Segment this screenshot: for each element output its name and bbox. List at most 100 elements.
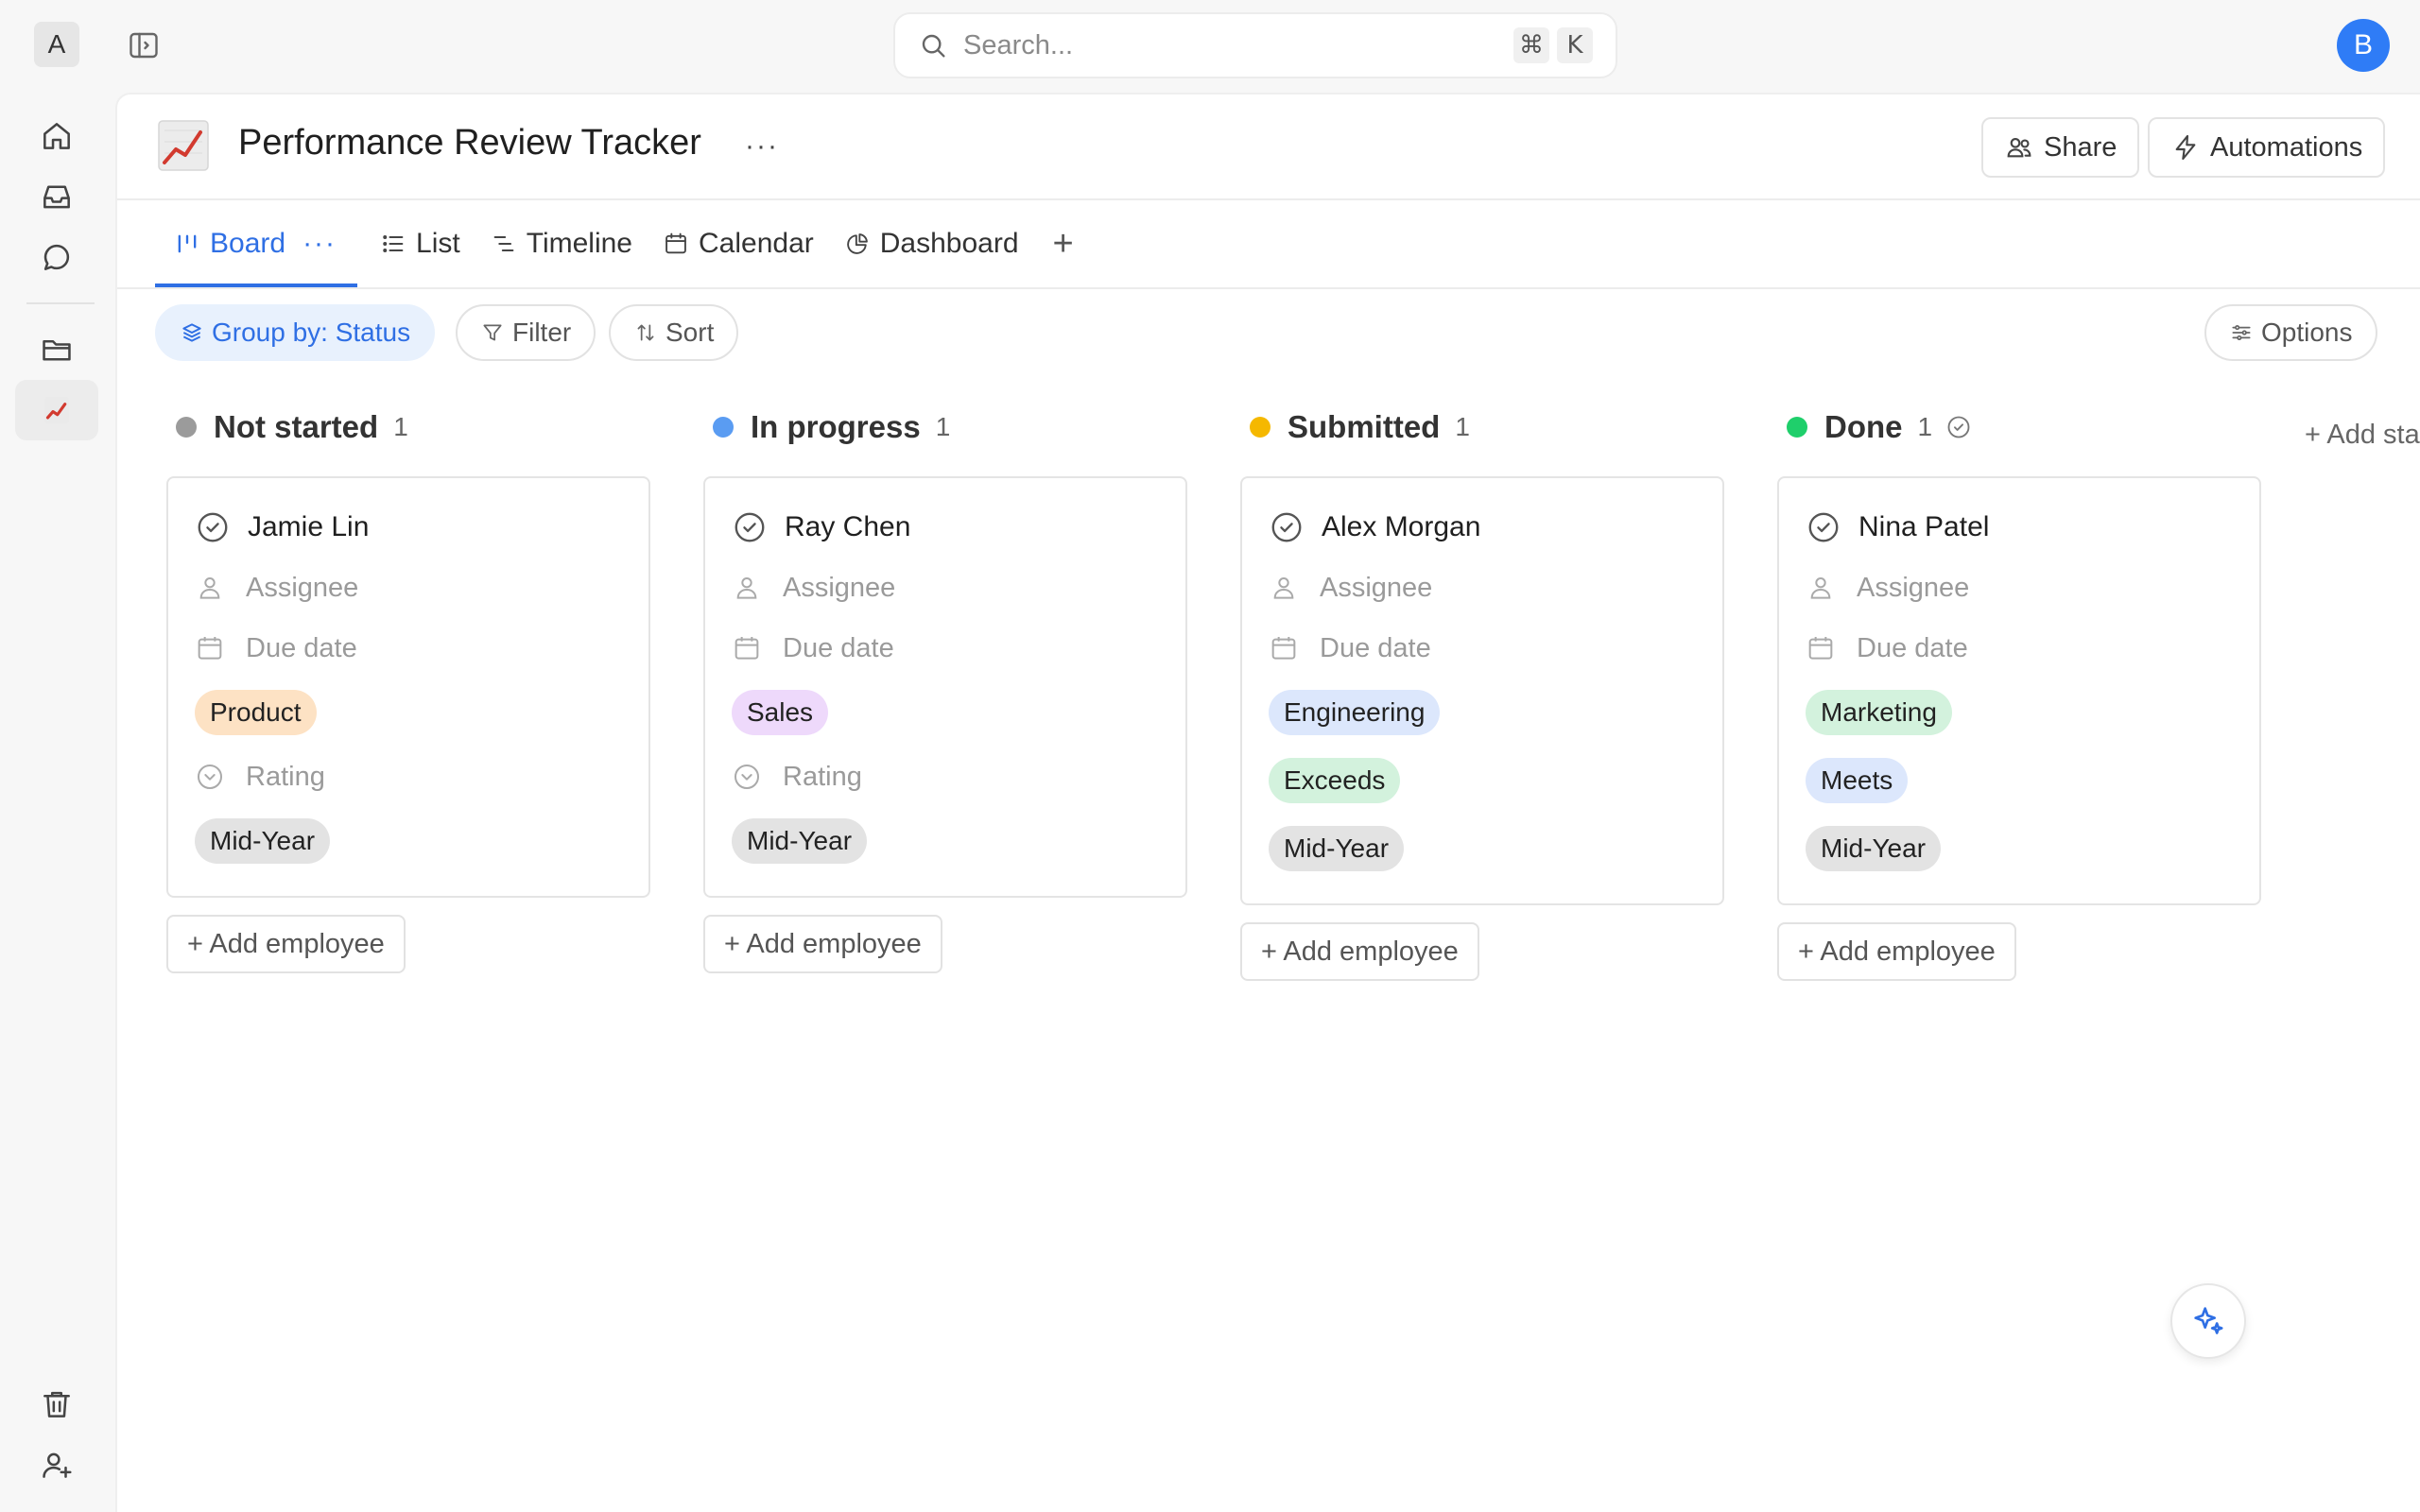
board-column-in-progress: In progress 1 Ray Chen Assignee Due date… bbox=[703, 399, 1187, 973]
page-emoji-chart-icon[interactable] bbox=[157, 117, 210, 174]
sort-button[interactable]: Sort bbox=[609, 304, 739, 361]
tab-dashboard-label: Dashboard bbox=[879, 228, 1019, 259]
inbox-icon[interactable] bbox=[15, 166, 98, 227]
options-label: Options bbox=[2261, 318, 2353, 347]
column-count: 1 bbox=[935, 412, 951, 441]
review-cycle-tag[interactable]: Mid-Year bbox=[1269, 826, 1405, 871]
column-header[interactable]: In progress 1 bbox=[703, 399, 1187, 455]
column-header[interactable]: Done 1 bbox=[1777, 399, 2261, 455]
due-date-field[interactable]: Due date bbox=[1806, 618, 2231, 679]
status-dot bbox=[1787, 417, 1807, 438]
employee-card[interactable]: Jamie Lin Assignee Due date Product Rati… bbox=[166, 476, 650, 898]
group-by-button[interactable]: Group by: Status bbox=[155, 304, 436, 361]
tab-board[interactable]: Board ··· bbox=[155, 200, 358, 287]
rating-field[interactable]: Rating bbox=[195, 747, 620, 807]
calendar-icon bbox=[666, 232, 686, 254]
search-input[interactable]: Search... bbox=[963, 30, 1506, 61]
automations-button[interactable]: Automations bbox=[2148, 117, 2386, 178]
sort-icon bbox=[637, 324, 654, 341]
tab-list[interactable]: List bbox=[365, 200, 475, 287]
add-employee-button[interactable]: + Add employee bbox=[703, 915, 942, 973]
tab-calendar[interactable]: Calendar bbox=[648, 200, 829, 287]
column-header[interactable]: Submitted 1 bbox=[1240, 399, 1724, 455]
calendar-icon bbox=[1271, 637, 1296, 660]
department-tag[interactable]: Sales bbox=[732, 690, 829, 735]
trash-icon[interactable] bbox=[15, 1374, 98, 1435]
tab-timeline[interactable]: Timeline bbox=[475, 200, 648, 287]
column-title: Done bbox=[1824, 409, 1903, 444]
check-circle-icon[interactable] bbox=[1806, 509, 1841, 545]
assignee-placeholder: Assignee bbox=[246, 572, 359, 603]
department-tag[interactable]: Product bbox=[195, 690, 317, 735]
tab-board-more-icon[interactable]: ··· bbox=[302, 228, 337, 260]
filter-icon bbox=[483, 324, 502, 341]
column-title: Submitted bbox=[1288, 409, 1441, 444]
page-more-icon[interactable]: ··· bbox=[745, 130, 779, 163]
folder-icon[interactable] bbox=[15, 319, 98, 380]
add-view-icon[interactable]: + bbox=[1034, 200, 1093, 287]
due-date-placeholder: Due date bbox=[1857, 632, 1968, 663]
chat-icon[interactable] bbox=[15, 227, 98, 287]
employee-name[interactable]: Jamie Lin bbox=[248, 511, 369, 543]
check-circle-icon[interactable] bbox=[732, 509, 768, 545]
employee-card[interactable]: Ray Chen Assignee Due date Sales Rating … bbox=[703, 476, 1187, 898]
rating-field[interactable]: Rating bbox=[732, 747, 1157, 807]
chevron-circle-icon bbox=[198, 765, 222, 789]
user-avatar[interactable]: B bbox=[2337, 19, 2390, 72]
review-cycle-tag[interactable]: Mid-Year bbox=[195, 818, 331, 864]
add-status-button[interactable]: + Add status bbox=[2305, 420, 2420, 451]
pie-chart-icon bbox=[846, 233, 868, 254]
check-circle-icon[interactable] bbox=[195, 509, 231, 545]
ai-assistant-button[interactable] bbox=[2170, 1283, 2246, 1359]
assignee-field[interactable]: Assignee bbox=[1269, 558, 1694, 618]
tab-dashboard[interactable]: Dashboard bbox=[829, 200, 1034, 287]
calendar-icon bbox=[735, 637, 759, 660]
sparkles-icon bbox=[2194, 1307, 2223, 1334]
check-circle-icon[interactable] bbox=[1269, 509, 1305, 545]
share-button[interactable]: Share bbox=[1981, 117, 2140, 178]
automations-label: Automations bbox=[2210, 131, 2363, 163]
share-label: Share bbox=[2044, 131, 2118, 163]
rating-placeholder: Rating bbox=[246, 761, 325, 792]
page-shortcut-chart-icon[interactable] bbox=[15, 380, 98, 440]
review-cycle-tag[interactable]: Mid-Year bbox=[1806, 826, 1942, 871]
employee-name[interactable]: Alex Morgan bbox=[1322, 511, 1480, 543]
workspace-avatar[interactable]: A bbox=[34, 22, 79, 67]
rating-tag[interactable]: Exceeds bbox=[1269, 758, 1401, 803]
due-date-field[interactable]: Due date bbox=[1269, 618, 1694, 679]
review-cycle-tag[interactable]: Mid-Year bbox=[732, 818, 868, 864]
assignee-field[interactable]: Assignee bbox=[1806, 558, 2231, 618]
department-tag[interactable]: Marketing bbox=[1806, 690, 1952, 735]
options-button[interactable]: Options bbox=[2204, 304, 2377, 361]
employee-card[interactable]: Alex Morgan Assignee Due date Engineerin… bbox=[1240, 476, 1724, 905]
column-header[interactable]: Not started 1 bbox=[166, 399, 650, 455]
timeline-icon bbox=[493, 235, 514, 252]
filter-button[interactable]: Filter bbox=[456, 304, 596, 361]
board-column-done: Done 1 Nina Patel Assignee Due date Mark… bbox=[1777, 399, 2261, 981]
add-employee-button[interactable]: + Add employee bbox=[166, 915, 406, 973]
invite-user-icon[interactable] bbox=[15, 1435, 98, 1495]
rating-tag[interactable]: Meets bbox=[1806, 758, 1909, 803]
due-date-field[interactable]: Due date bbox=[195, 618, 620, 679]
tab-timeline-label: Timeline bbox=[526, 228, 632, 259]
due-date-field[interactable]: Due date bbox=[732, 618, 1157, 679]
home-icon[interactable] bbox=[15, 106, 98, 166]
page-title: Performance Review Tracker bbox=[238, 123, 701, 163]
sidebar-toggle-icon[interactable] bbox=[127, 28, 161, 62]
board-icon bbox=[178, 234, 197, 253]
employee-name[interactable]: Nina Patel bbox=[1858, 511, 1989, 543]
column-title: Not started bbox=[214, 409, 379, 444]
employee-card[interactable]: Nina Patel Assignee Due date Marketing M… bbox=[1777, 476, 2261, 905]
status-dot bbox=[176, 417, 197, 438]
calendar-icon bbox=[198, 637, 222, 660]
employee-name[interactable]: Ray Chen bbox=[785, 511, 910, 543]
add-employee-button[interactable]: + Add employee bbox=[1777, 922, 2016, 981]
due-date-placeholder: Due date bbox=[783, 632, 894, 663]
add-employee-button[interactable]: + Add employee bbox=[1240, 922, 1479, 981]
column-title: In progress bbox=[751, 409, 921, 444]
assignee-field[interactable]: Assignee bbox=[195, 558, 620, 618]
department-tag[interactable]: Engineering bbox=[1269, 690, 1441, 735]
assignee-field[interactable]: Assignee bbox=[732, 558, 1157, 618]
search-bar[interactable]: Search... ⌘ K bbox=[893, 12, 1617, 78]
tabs-divider bbox=[117, 287, 2420, 289]
